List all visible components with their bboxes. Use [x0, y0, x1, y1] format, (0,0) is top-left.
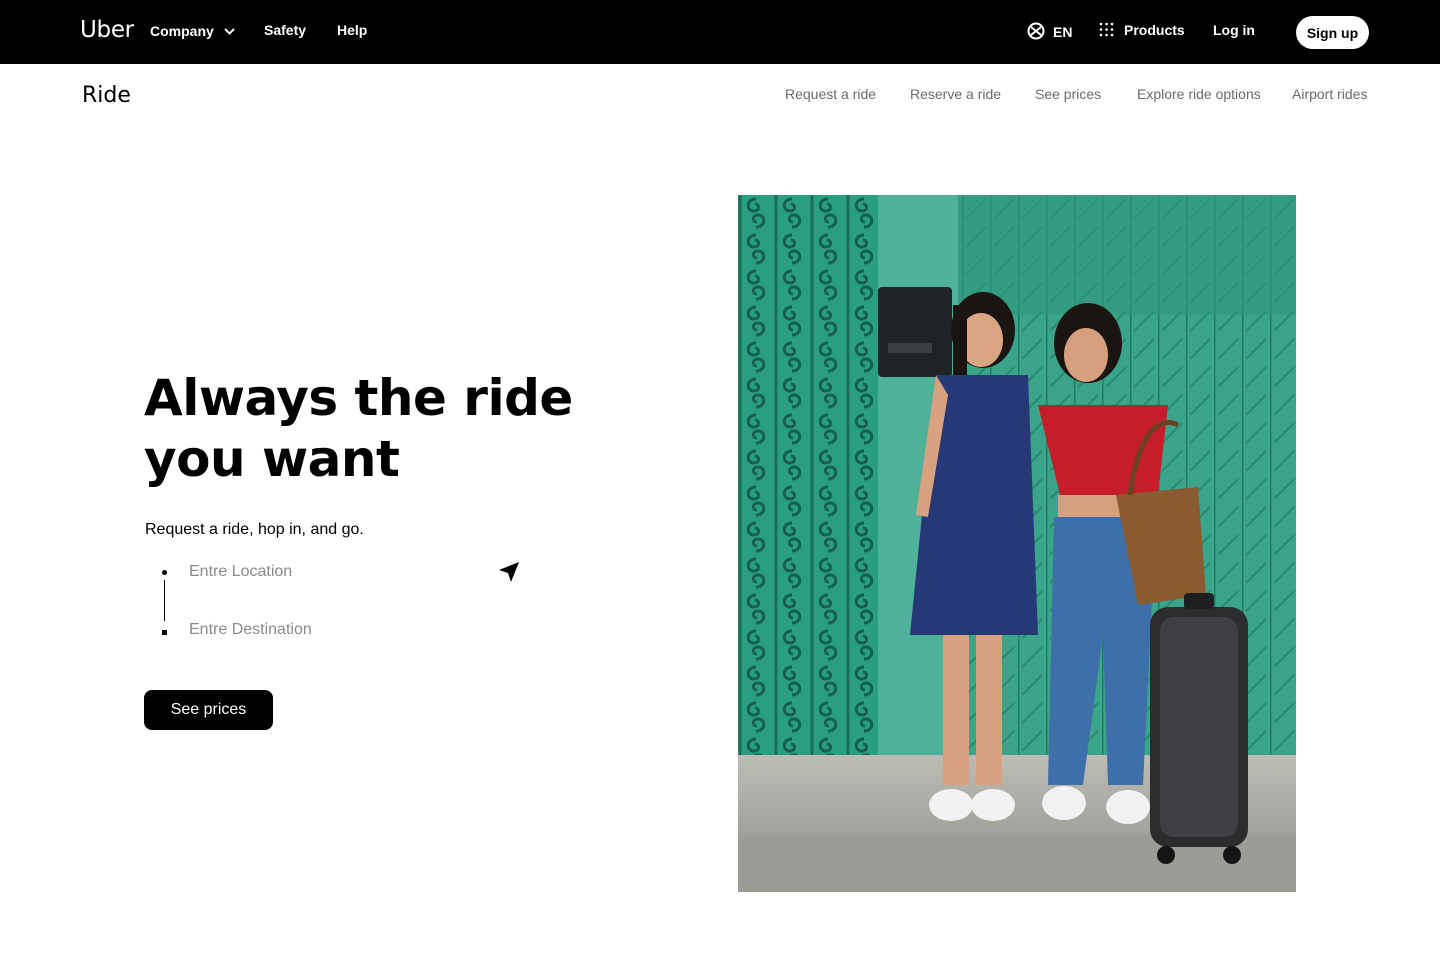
login-link[interactable]: Log in — [1213, 22, 1255, 38]
uber-logo[interactable]: Uber — [80, 17, 134, 43]
products-menu[interactable]: Products — [1099, 22, 1185, 38]
navigation-arrow-icon[interactable] — [498, 561, 520, 583]
nav-company-label: Company — [150, 23, 214, 39]
nav-company[interactable]: Company — [150, 22, 235, 39]
globe-icon — [1027, 22, 1053, 40]
subnav-explore-options[interactable]: Explore ride options — [1137, 86, 1261, 102]
subnav-airport-rides[interactable]: Airport rides — [1292, 86, 1367, 102]
language-label: EN — [1053, 24, 1073, 40]
destination-input[interactable] — [189, 618, 489, 642]
pickup-location-input[interactable] — [189, 560, 489, 584]
route-connector-line — [164, 580, 165, 621]
destination-square-icon — [162, 630, 167, 635]
see-prices-button[interactable]: See prices — [144, 690, 273, 730]
grid-icon — [1099, 22, 1124, 38]
section-title: Ride — [82, 83, 131, 108]
language-selector[interactable]: EN — [1027, 22, 1072, 40]
top-navigation: Uber Company Safety Help EN Products Log… — [0, 0, 1440, 64]
nav-help[interactable]: Help — [337, 22, 367, 38]
subnav-reserve-ride[interactable]: Reserve a ride — [910, 86, 1001, 102]
signup-button[interactable]: Sign up — [1296, 16, 1369, 49]
subnav-request-ride[interactable]: Request a ride — [785, 86, 876, 102]
hero-title: Always the ride you want — [144, 369, 573, 488]
hero-photo — [738, 195, 1296, 892]
pickup-dot-icon — [162, 570, 167, 575]
hero-subtitle: Request a ride, hop in, and go. — [145, 521, 364, 538]
subnav-see-prices[interactable]: See prices — [1035, 86, 1101, 102]
nav-safety[interactable]: Safety — [264, 22, 306, 38]
chevron-down-icon — [224, 22, 235, 38]
products-label: Products — [1124, 22, 1185, 38]
